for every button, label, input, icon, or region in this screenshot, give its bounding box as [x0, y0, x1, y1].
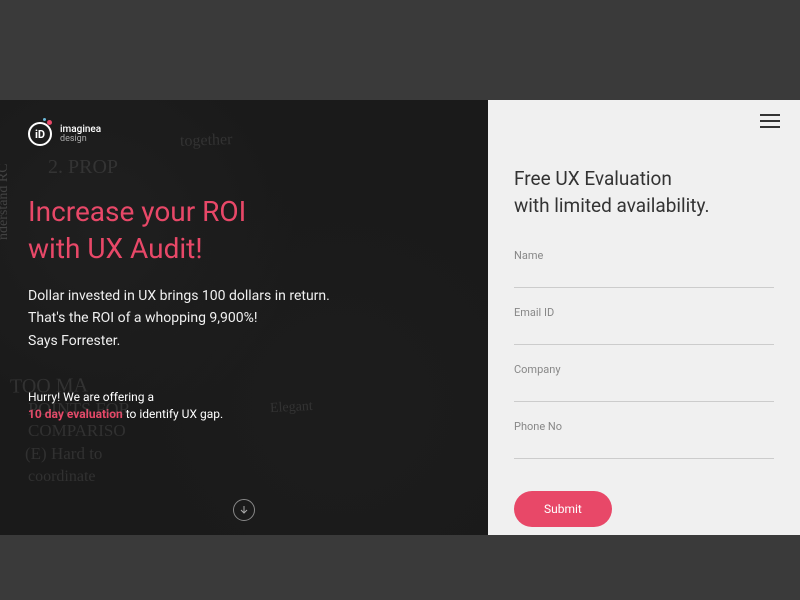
phone-input[interactable]: [514, 436, 774, 459]
arrow-down-icon: [239, 505, 249, 515]
hamburger-icon: [760, 114, 780, 116]
company-label: Company: [514, 363, 774, 376]
bg-scribble: nderstand RC: [0, 163, 12, 240]
email-input[interactable]: [514, 322, 774, 345]
submit-button[interactable]: Submit: [514, 491, 612, 527]
bg-scribble: (E) Hard to: [25, 445, 102, 464]
menu-button[interactable]: [760, 114, 780, 128]
bg-scribble: 2. PROP: [48, 156, 118, 178]
form-title: Free UX Evaluation with limited availabi…: [514, 166, 774, 219]
logo-icon: iD: [28, 122, 52, 146]
offer-highlight: 10 day evaluation: [28, 407, 123, 421]
bg-scribble: COMPARISO: [28, 422, 126, 441]
name-label: Name: [514, 249, 774, 262]
form-panel: Free UX Evaluation with limited availabi…: [488, 100, 800, 535]
company-input[interactable]: [514, 379, 774, 402]
logo-text: imaginea design: [60, 125, 101, 144]
hero-panel: nderstand RC together 2. PROP TOO MA POI…: [0, 100, 488, 535]
brand-logo[interactable]: iD imaginea design: [28, 122, 460, 146]
phone-label: Phone No: [514, 420, 774, 433]
email-label: Email ID: [514, 306, 774, 319]
name-input[interactable]: [514, 265, 774, 288]
hero-headline: Increase your ROI with UX Audit!: [28, 194, 460, 269]
scroll-down-button[interactable]: [233, 499, 255, 521]
bg-scribble: coordinate: [28, 468, 96, 486]
offer-text: Hurry! We are offering a 10 day evaluati…: [28, 390, 460, 421]
hero-subtext: Dollar invested in UX brings 100 dollars…: [28, 285, 460, 352]
